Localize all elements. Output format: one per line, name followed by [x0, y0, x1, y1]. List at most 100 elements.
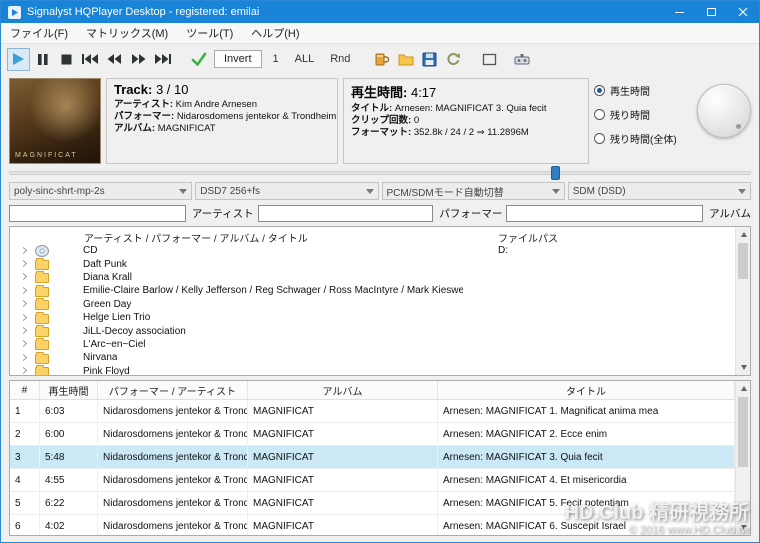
- settings-dropdown[interactable]: PCM/SDMモード自動切替: [381, 182, 565, 200]
- random-button[interactable]: Rnd: [323, 49, 357, 69]
- playlist-body: 1 6:03 Nidarosdomens jentekor & Trondhei…: [10, 400, 750, 535]
- expand-chevron-icon[interactable]: [18, 353, 30, 363]
- next-track-button[interactable]: [151, 48, 174, 71]
- scrollbar-thumb[interactable]: [738, 243, 748, 279]
- expand-chevron-icon[interactable]: [18, 286, 30, 296]
- tree-item-path: D:: [498, 245, 508, 257]
- playlist-cell-time: 6:22: [40, 492, 98, 514]
- scrollbar-thumb[interactable]: [738, 397, 748, 467]
- tree-item[interactable]: Emilie-Claire Barlow / Kelly Jefferson /…: [10, 284, 750, 297]
- scroll-down-icon[interactable]: [736, 360, 750, 375]
- tree-item[interactable]: Daft Punk: [10, 257, 750, 271]
- tree-item[interactable]: Diana Krall: [10, 271, 750, 284]
- menu-item[interactable]: ファイル(F): [1, 22, 77, 44]
- playlist-cell-album: MAGNIFICAT: [248, 515, 438, 535]
- mug-button[interactable]: [370, 48, 393, 71]
- repeat-one-button[interactable]: 1: [266, 49, 286, 69]
- close-button[interactable]: [727, 1, 759, 23]
- filter-input[interactable]: [257, 204, 434, 222]
- tree-item[interactable]: L'Arc~en~Ciel: [10, 338, 750, 351]
- playlist-column-num[interactable]: #: [10, 381, 40, 399]
- settings-dropdown[interactable]: SDM (DSD): [567, 182, 751, 200]
- tree-item[interactable]: CD D:: [10, 244, 750, 257]
- tree-item[interactable]: Green Day: [10, 298, 750, 311]
- expand-chevron-icon[interactable]: [18, 299, 30, 309]
- tree-item[interactable]: Nirvana: [10, 351, 750, 364]
- fast-forward-button[interactable]: [127, 48, 150, 71]
- checkmark-icon: [191, 52, 206, 66]
- expand-chevron-icon[interactable]: [18, 326, 30, 336]
- rewind-button[interactable]: [103, 48, 126, 71]
- tree-item-name: Emilie-Claire Barlow / Kelly Jefferson /…: [83, 285, 463, 297]
- volume-knob[interactable]: [697, 84, 751, 138]
- artist-label: アーティスト:: [114, 99, 174, 110]
- playlist-row[interactable]: 5 6:22 Nidarosdomens jentekor & Trondhei…: [10, 492, 735, 515]
- stop-icon: [61, 54, 72, 64]
- time-display-option[interactable]: 残り時間: [594, 107, 691, 122]
- chevron-down-icon: [365, 188, 374, 194]
- minimize-button[interactable]: [663, 1, 695, 23]
- playlist-column-time[interactable]: 再生時間: [40, 381, 98, 399]
- playlist-row[interactable]: 2 6:00 Nidarosdomens jentekor & Trondhei…: [10, 423, 735, 446]
- repeat-all-button[interactable]: ALL: [288, 49, 322, 69]
- tree-item[interactable]: JiLL-Decoy association: [10, 324, 750, 338]
- open-playlist-button[interactable]: [394, 48, 417, 71]
- pause-button[interactable]: [31, 48, 54, 71]
- settings-dropdown[interactable]: DSD7 256+fs: [195, 182, 379, 200]
- expand-chevron-icon[interactable]: [18, 313, 30, 323]
- scroll-down-icon[interactable]: [736, 520, 750, 535]
- artist-line: アーティスト: Kim Andre Arnesen: [114, 99, 330, 111]
- seek-thumb[interactable]: [550, 166, 560, 180]
- tree-item-name: Helge Lien Trio: [83, 312, 151, 324]
- time-display-option[interactable]: 再生時間: [594, 83, 691, 98]
- playlist-column-title[interactable]: タイトル: [438, 381, 735, 399]
- reload-button[interactable]: [442, 48, 465, 71]
- tree-item[interactable]: Pink Floyd: [10, 365, 750, 375]
- playlist-row[interactable]: 4 4:55 Nidarosdomens jentekor & Trondhei…: [10, 469, 735, 492]
- filter-input[interactable]: [506, 204, 704, 222]
- titlebar[interactable]: Signalyst HQPlayer Desktop - registered:…: [1, 1, 759, 23]
- tree-item-name: Daft Punk: [83, 258, 127, 270]
- expand-chevron-icon[interactable]: [18, 259, 30, 269]
- playlist-cell-album: MAGNIFICAT: [248, 446, 438, 468]
- menu-item[interactable]: ツール(T): [177, 22, 242, 44]
- expand-chevron-icon[interactable]: [18, 246, 30, 256]
- chevron-down-icon: [179, 188, 188, 194]
- scroll-up-icon[interactable]: [736, 381, 750, 396]
- previous-track-button[interactable]: [79, 48, 102, 71]
- clip-count-label: クリップ回数:: [351, 115, 412, 126]
- scroll-up-icon[interactable]: [736, 227, 750, 242]
- settings-dropdown[interactable]: poly-sinc-shrt-mp-2s: [9, 182, 193, 200]
- pause-icon: [37, 53, 48, 65]
- playlist-row[interactable]: 6 4:02 Nidarosdomens jentekor & Trondhei…: [10, 515, 735, 535]
- playlist-scrollbar[interactable]: [735, 381, 750, 535]
- playlist-row[interactable]: 1 6:03 Nidarosdomens jentekor & Trondhei…: [10, 400, 735, 423]
- library-scrollbar[interactable]: [735, 227, 750, 375]
- playlist-row[interactable]: 3 5:48 Nidarosdomens jentekor & Trondhei…: [10, 446, 735, 469]
- expand-chevron-icon[interactable]: [18, 366, 30, 375]
- time-display-option[interactable]: 残り時間(全体): [594, 131, 691, 146]
- playlist-column-performer[interactable]: パフォーマー / アーティスト: [98, 381, 248, 399]
- playlist-column-album[interactable]: アルバム: [248, 381, 438, 399]
- invert-button[interactable]: Invert: [214, 50, 262, 68]
- expand-chevron-icon[interactable]: [18, 339, 30, 349]
- tree-item[interactable]: Helge Lien Trio: [10, 311, 750, 324]
- filter-input[interactable]: [9, 204, 186, 222]
- tree-item-name: CD: [83, 245, 98, 257]
- play-button[interactable]: [7, 47, 30, 71]
- save-playlist-button[interactable]: [418, 48, 441, 71]
- seek-track[interactable]: [9, 171, 751, 175]
- display-window-button[interactable]: [478, 48, 501, 71]
- menu-item[interactable]: ヘルプ(H): [242, 22, 308, 44]
- tree-item-name: L'Arc~en~Ciel: [83, 338, 146, 350]
- confirm-button[interactable]: [187, 48, 210, 71]
- output-device-button[interactable]: [510, 48, 533, 71]
- expand-chevron-icon[interactable]: [18, 272, 30, 282]
- playlist-cell-num: 2: [10, 423, 40, 445]
- stop-button[interactable]: [55, 48, 78, 71]
- maximize-button[interactable]: [695, 1, 727, 23]
- next-track-icon: [155, 54, 171, 64]
- menu-item[interactable]: マトリックス(M): [77, 22, 177, 44]
- seek-bar[interactable]: [9, 166, 751, 180]
- playlist-header: # 再生時間 パフォーマー / アーティスト アルバム タイトル: [10, 381, 735, 400]
